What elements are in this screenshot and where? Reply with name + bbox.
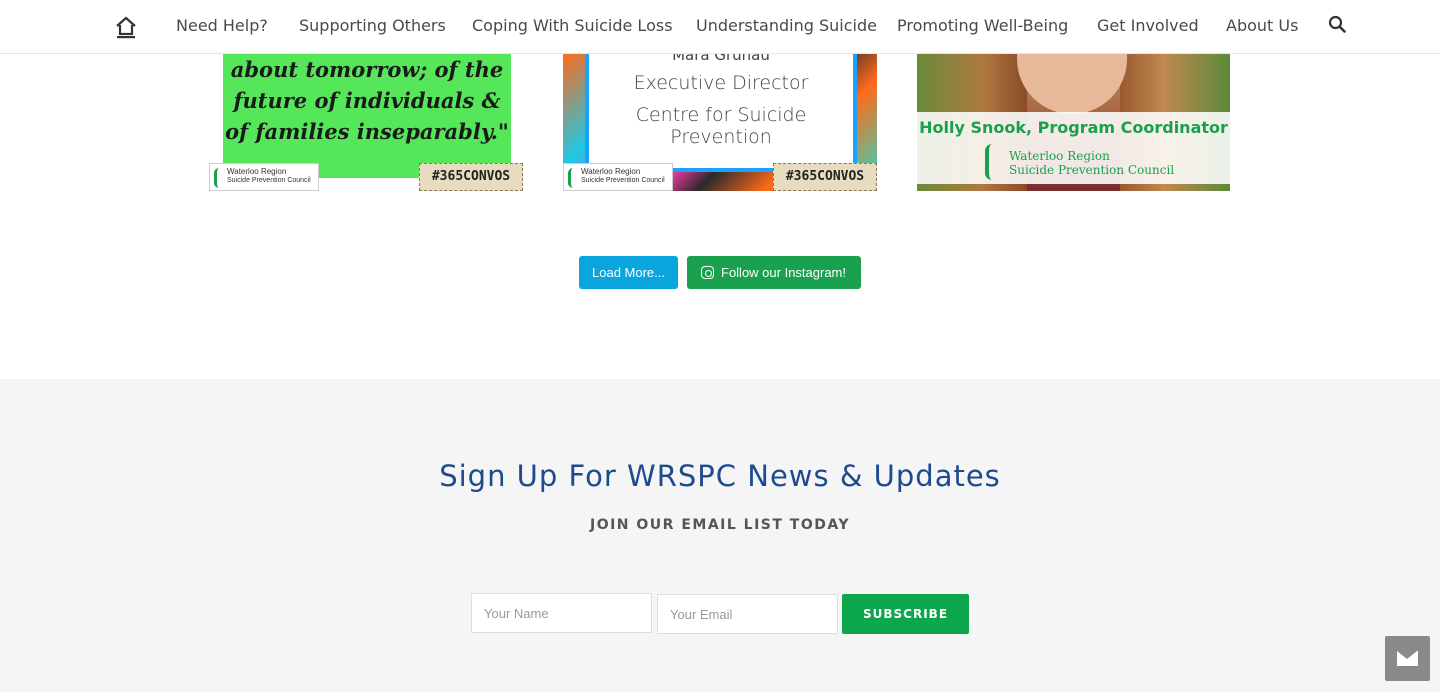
portrait-photo: [1017, 54, 1127, 114]
subscribe-button[interactable]: SUBSCRIBE: [842, 594, 969, 634]
load-more-button[interactable]: Load More...: [579, 256, 678, 289]
nav-understanding-suicide[interactable]: Understanding Suicide: [696, 16, 877, 35]
wrspc-logo: Waterloo Region Suicide Prevention Counc…: [563, 163, 673, 191]
top-navigation: Need Help? Supporting Others Coping With…: [0, 0, 1440, 54]
newsletter-signup-section: Sign Up For WRSPC News & Updates JOIN OU…: [0, 379, 1440, 692]
nav-get-involved[interactable]: Get Involved: [1097, 16, 1199, 35]
instagram-post-staff[interactable]: Holly Snook, Program Coordinator Waterlo…: [917, 54, 1230, 191]
contact-button[interactable]: [1385, 636, 1430, 681]
email-input[interactable]: [657, 594, 838, 634]
wrspc-logo-mark: [568, 168, 578, 188]
org-line: Waterloo Region: [1009, 149, 1110, 163]
staff-name: Holly Snook, Program Coordinator: [919, 118, 1228, 137]
quote-line: of families inseparably.": [225, 119, 509, 144]
speaker-name: Mara Grunau: [672, 54, 770, 64]
logo-line: Suicide Prevention Council: [581, 177, 665, 184]
hashtag-label: #365CONVOS: [773, 163, 877, 191]
logo-line: Waterloo Region: [581, 167, 641, 176]
org-line: Suicide Prevention Council: [1009, 163, 1175, 177]
follow-instagram-label: Follow our Instagram!: [721, 265, 846, 280]
name-input[interactable]: [471, 593, 652, 633]
instagram-post-quote[interactable]: about tomorrow; of the future of individ…: [209, 54, 523, 191]
signup-title: Sign Up For WRSPC News & Updates: [439, 459, 1001, 493]
wrspc-logo-mark: [985, 144, 999, 180]
quote-line: future of individuals &: [233, 88, 501, 113]
follow-instagram-button[interactable]: Follow our Instagram!: [687, 256, 861, 289]
nav-promoting-well-being[interactable]: Promoting Well-Being: [897, 16, 1068, 35]
nav-need-help[interactable]: Need Help?: [176, 16, 268, 35]
logo-line: Suicide Prevention Council: [227, 177, 311, 184]
search-icon[interactable]: [1328, 15, 1346, 33]
envelope-icon: [1397, 651, 1418, 666]
hashtag-label: #365CONVOS: [419, 163, 523, 191]
home-icon[interactable]: [114, 15, 138, 39]
signup-subtitle: JOIN OUR EMAIL LIST TODAY: [589, 517, 850, 533]
wrspc-logo: Waterloo Region Suicide Prevention Counc…: [209, 163, 319, 191]
speaker-organization: Centre for Suicide Prevention: [635, 104, 807, 148]
nav-about-us[interactable]: About Us: [1226, 16, 1298, 35]
instagram-post-speaker[interactable]: Mara Grunau Executive Director Centre fo…: [563, 54, 877, 191]
nav-supporting-others[interactable]: Supporting Others: [299, 16, 446, 35]
quote-text: about tomorrow; of the future of individ…: [223, 54, 511, 147]
speaker-title: Executive Director: [633, 72, 809, 94]
logo-line: Waterloo Region: [227, 167, 287, 176]
nav-coping-with-suicide-loss[interactable]: Coping With Suicide Loss: [472, 16, 673, 35]
instagram-icon: [701, 266, 714, 279]
wrspc-logo-mark: [214, 168, 224, 188]
quote-line: about tomorrow; of the: [230, 57, 504, 82]
